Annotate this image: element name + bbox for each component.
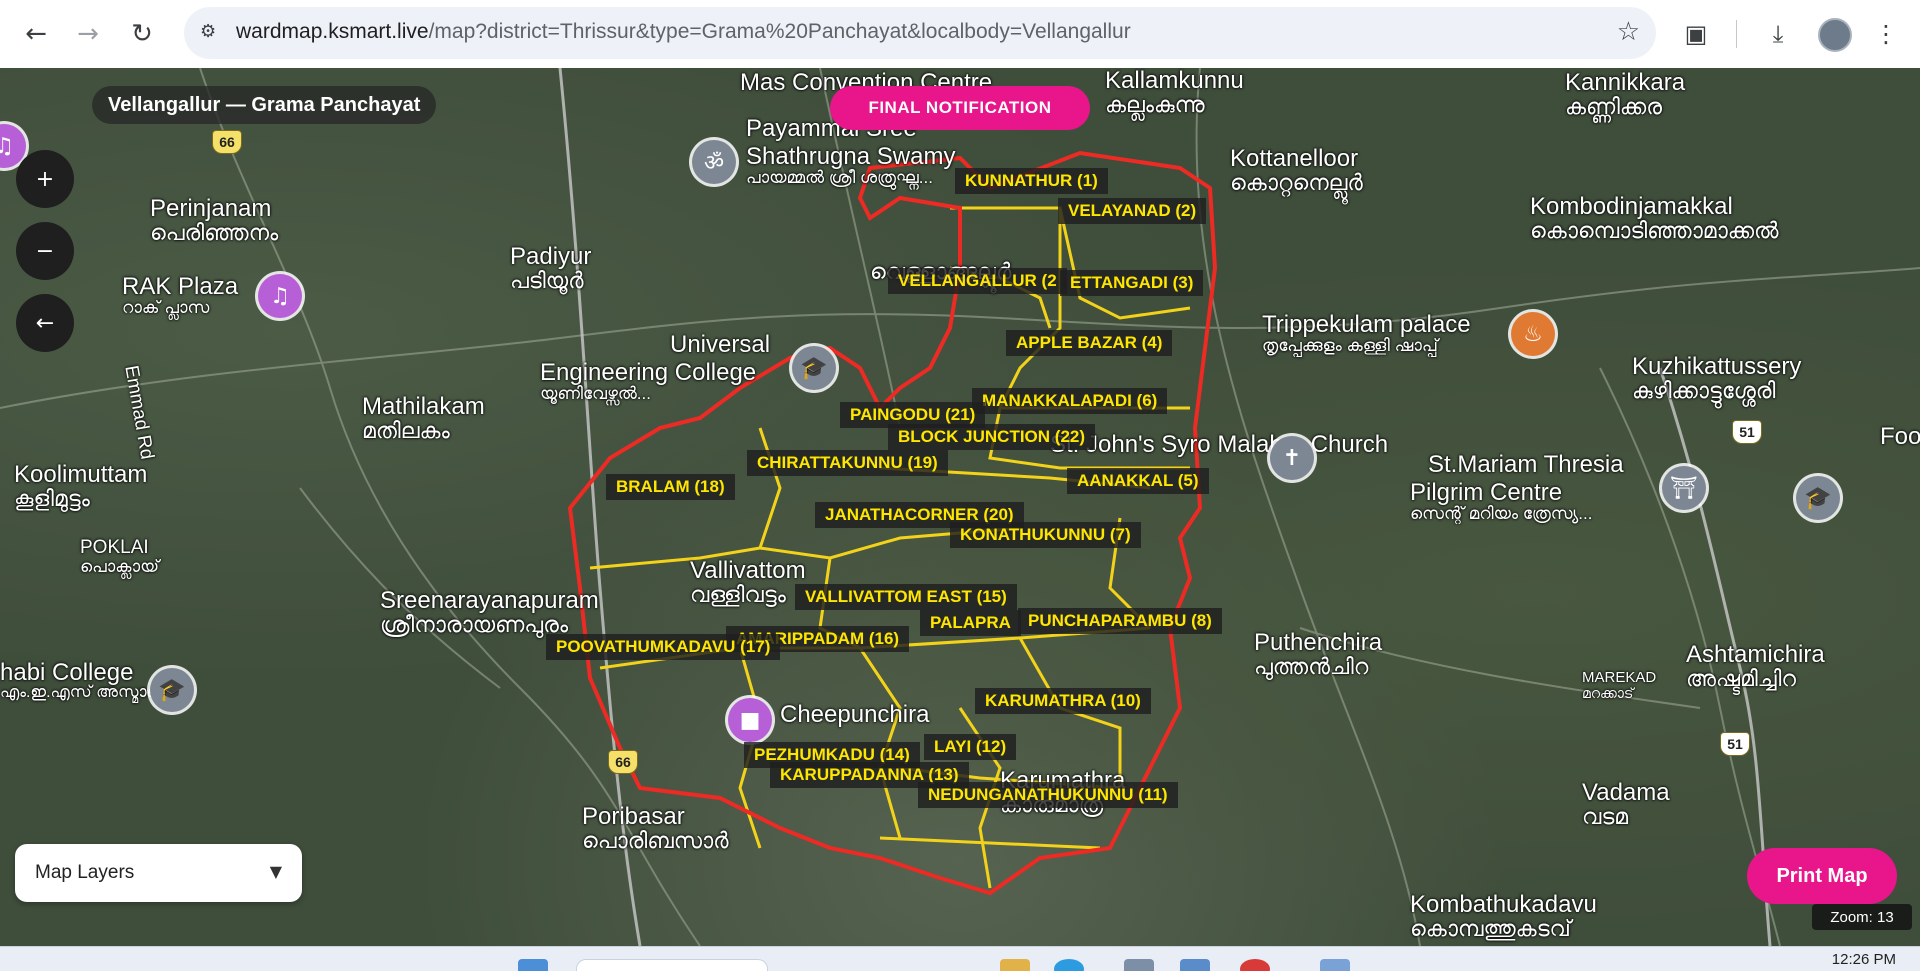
ward-label[interactable]: POOVATHUMKADAVU (17) bbox=[546, 634, 781, 660]
ward-label[interactable]: APPLE BAZAR (4) bbox=[1006, 330, 1173, 356]
temple-poi-icon[interactable]: ॐ bbox=[692, 140, 736, 184]
church-poi-icon[interactable]: ✝ bbox=[1270, 436, 1314, 480]
local-body-title: Vellangallur — Grama Panchayat bbox=[92, 86, 437, 124]
place-label: RAK Plaza റാക് പ്ലാസ bbox=[122, 273, 239, 318]
app-icon[interactable] bbox=[1124, 959, 1154, 971]
ward-label[interactable]: VALLIVATTOM EAST (15) bbox=[795, 584, 1017, 610]
place-label: Shathrugna Swamy പായമ്മൽ ശ്രീ ശത്രുഘ്ന... bbox=[746, 143, 956, 188]
place-label: Engineering College യൂണിവേഴ്സൽ... bbox=[540, 359, 757, 404]
browser-toolbar: ← → ↻ ⚙ wardmap.ksmart.live/map?district… bbox=[0, 0, 1920, 69]
site-settings-icon[interactable]: ⚙ bbox=[200, 21, 224, 45]
zoom-in-button[interactable]: + bbox=[16, 150, 74, 208]
toolbar-divider bbox=[1736, 20, 1737, 48]
map-canvas[interactable]: Mas Convention Centre Kallamkunnu കല്ലംകു… bbox=[0, 68, 1920, 946]
map-layers-label: Map Layers bbox=[35, 862, 135, 883]
ward-label[interactable]: BLOCK JUNCTION (22) bbox=[888, 424, 1096, 450]
school-poi-icon[interactable]: 🎓 bbox=[150, 668, 194, 712]
highway-shield: 51 bbox=[1720, 732, 1750, 756]
music-poi-icon[interactable]: ♫ bbox=[258, 274, 302, 318]
chrome-icon[interactable] bbox=[1240, 959, 1270, 971]
highway-shield: 51 bbox=[1732, 420, 1762, 444]
os-taskbar: 12:26 PM bbox=[0, 946, 1920, 971]
place-label: Sreenarayanapuram ശ്രീനാരായണപുരം bbox=[380, 587, 599, 638]
place-label: Kuzhikattussery കുഴിക്കാട്ടുശ്ശേരി bbox=[1632, 353, 1802, 404]
place-label: POKLAI പൊക്ലായ് bbox=[80, 537, 159, 576]
ward-label[interactable]: MANAKKALAPADI (6) bbox=[972, 388, 1168, 414]
ward-label[interactable]: KUNNATHUR (1) bbox=[955, 168, 1108, 194]
highway-shield: 66 bbox=[608, 750, 638, 774]
restaurant-poi-icon[interactable]: ♨ bbox=[1511, 312, 1555, 356]
place-label: Mathilakam മതിലകം bbox=[362, 393, 485, 444]
taskbar-search-box[interactable] bbox=[576, 959, 768, 971]
reload-icon[interactable]: ↻ bbox=[122, 14, 162, 54]
search-tab-icon[interactable]: ▣ bbox=[1676, 14, 1716, 54]
place-label: Cheepunchira bbox=[780, 701, 930, 728]
ward-label[interactable]: LAYI (12) bbox=[924, 734, 1017, 760]
ward-label[interactable]: KONATHUKUNNU (7) bbox=[950, 522, 1141, 548]
url-text[interactable]: wardmap.ksmart.live/map?district=Thrissu… bbox=[236, 20, 1131, 44]
place-label: Kombathukadavu കൊമ്പത്തുകടവ് bbox=[1410, 891, 1597, 942]
place-label: Kannikkara കണ്ണിക്കര bbox=[1565, 69, 1686, 120]
map-layers-dropdown[interactable]: Map Layers ▼ bbox=[15, 844, 302, 902]
ward-label[interactable]: PUNCHAPARAMBU (8) bbox=[1018, 608, 1222, 634]
place-label: Kombodinjamakkal കൊമ്പൊടിഞ്ഞാമാക്കൽ bbox=[1530, 193, 1779, 244]
file-explorer-icon[interactable] bbox=[1000, 959, 1030, 971]
back-arrow-icon[interactable]: ← bbox=[16, 14, 56, 54]
taskbar-clock: 12:26 PM bbox=[1831, 951, 1896, 968]
place-label: Perinjanam പെരിഞ്ഞനം bbox=[150, 195, 279, 246]
ward-label[interactable]: BRALAM (18) bbox=[606, 474, 735, 500]
place-label: Trippekulam palace തൃപ്പേക്കുളം കള്ളി ഷാപ… bbox=[1262, 311, 1471, 356]
star-icon[interactable]: ☆ bbox=[1617, 17, 1640, 47]
place-label: Food bbox=[1880, 423, 1920, 450]
ward-label[interactable]: CHIRATTAKUNNU (19) bbox=[747, 450, 948, 476]
place-label: Puthenchira പുത്തൻചിറ bbox=[1254, 629, 1383, 680]
highway-shield: 66 bbox=[212, 130, 242, 154]
ward-label[interactable]: VELLANGALLUR (2 bbox=[888, 268, 1067, 294]
ward-label[interactable]: ETTANGADI (3) bbox=[1060, 270, 1204, 296]
profile-avatar[interactable] bbox=[1818, 18, 1852, 52]
url-host: wardmap.ksmart.live bbox=[236, 20, 429, 43]
pilgrim-poi-icon[interactable]: ⛩ bbox=[1662, 466, 1706, 510]
chevron-down-icon: ▼ bbox=[269, 862, 282, 881]
place-label: Universal bbox=[670, 331, 771, 358]
place-label: Pilgrim Centre സെന്റ് മറിയം ത്രേസ്യ... bbox=[1410, 479, 1593, 524]
final-notification-button[interactable]: FINAL NOTIFICATION bbox=[830, 86, 1090, 130]
school-poi-icon[interactable]: 🎓 bbox=[1796, 476, 1840, 520]
app-icon[interactable] bbox=[1180, 959, 1210, 971]
place-label: MAREKAD മറക്കാട് bbox=[1582, 669, 1657, 701]
zoom-out-button[interactable]: − bbox=[16, 222, 74, 280]
ward-label[interactable]: NEDUNGANATHUKUNNU (11) bbox=[918, 782, 1178, 808]
app-icon[interactable] bbox=[1320, 959, 1350, 971]
menu-dots-icon[interactable]: ⋮ bbox=[1866, 14, 1906, 54]
place-label: Poribasar പൊരിബസാർ bbox=[582, 803, 729, 854]
address-bar[interactable]: ⚙ wardmap.ksmart.live/map?district=Thris… bbox=[184, 7, 1656, 59]
shopping-poi-icon[interactable]: ■ bbox=[728, 698, 772, 742]
place-label: St.Mariam Thresia bbox=[1428, 451, 1624, 478]
place-label: Koolimuttam കൂളിമുട്ടം bbox=[14, 461, 148, 512]
print-map-button[interactable]: Print Map bbox=[1747, 848, 1897, 904]
school-poi-icon[interactable]: 🎓 bbox=[792, 346, 836, 390]
ward-label[interactable]: KARUMATHRA (10) bbox=[975, 688, 1151, 714]
ward-label[interactable]: AANAKKAL (5) bbox=[1067, 468, 1209, 494]
place-label: Ashtamichira അഷ്ടമിച്ചിറ bbox=[1686, 641, 1825, 692]
place-label: Vallivattom വള്ളിവട്ടം bbox=[690, 557, 806, 608]
place-label: Kottanelloor കൊറ്റനെല്ലൂർ bbox=[1230, 145, 1363, 196]
zoom-level-indicator: Zoom: 13 bbox=[1812, 904, 1912, 930]
place-label: St. John's Syro Malabar Church bbox=[1050, 431, 1389, 458]
forward-arrow-icon[interactable]: → bbox=[68, 14, 108, 54]
start-icon[interactable] bbox=[518, 959, 548, 971]
download-icon[interactable]: ⤓ bbox=[1758, 14, 1798, 54]
place-label: Kallamkunnu കല്ലംകുന്നു bbox=[1105, 68, 1244, 118]
url-path: /map?district=Thrissur&type=Grama%20Panc… bbox=[428, 20, 1131, 43]
back-button[interactable]: ← bbox=[16, 294, 74, 352]
place-label: Padiyur പടിയൂർ bbox=[510, 243, 592, 294]
edge-icon[interactable] bbox=[1054, 959, 1084, 971]
place-label: Vadama വടമ bbox=[1582, 779, 1670, 830]
ward-label[interactable]: PALAPRA bbox=[920, 610, 1021, 636]
ward-label[interactable]: VELAYANAD (2) bbox=[1058, 198, 1207, 224]
